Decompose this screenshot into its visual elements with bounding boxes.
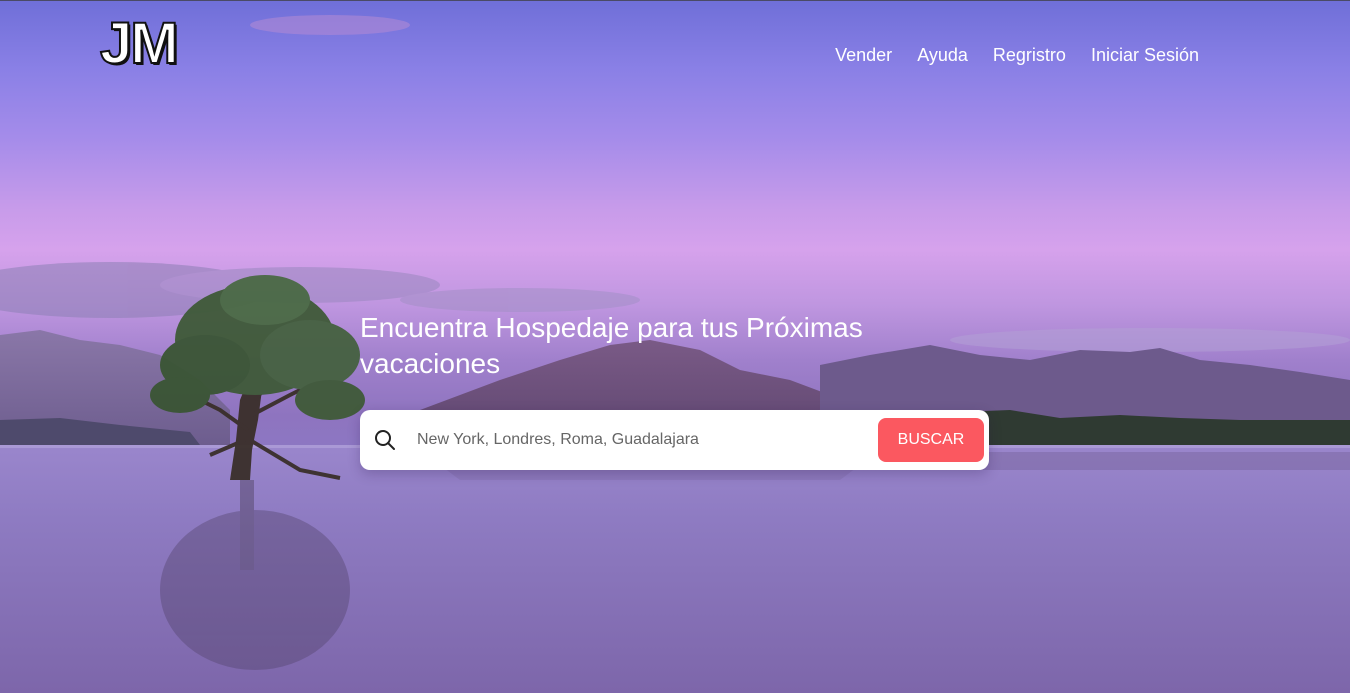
search-icon xyxy=(374,429,396,451)
nav-link-ayuda[interactable]: Ayuda xyxy=(917,43,968,67)
search-bar: BUSCAR xyxy=(360,410,989,470)
nav-link-iniciar-sesion[interactable]: Iniciar Sesión xyxy=(1091,43,1199,67)
nav-link-registro[interactable]: Regristro xyxy=(993,43,1066,67)
search-button[interactable]: BUSCAR xyxy=(878,418,984,462)
top-border xyxy=(0,0,1350,1)
site-logo[interactable]: JM xyxy=(99,11,180,77)
hero-section: JM Vender Ayuda Regristro Iniciar Sesión… xyxy=(0,0,1350,693)
nav-link-vender[interactable]: Vender xyxy=(835,43,892,67)
hero-headline: Encuentra Hospedaje para tus Próximas va… xyxy=(360,312,863,379)
search-input[interactable] xyxy=(415,419,878,461)
main-nav: Vender Ayuda Regristro Iniciar Sesión xyxy=(835,43,1199,67)
